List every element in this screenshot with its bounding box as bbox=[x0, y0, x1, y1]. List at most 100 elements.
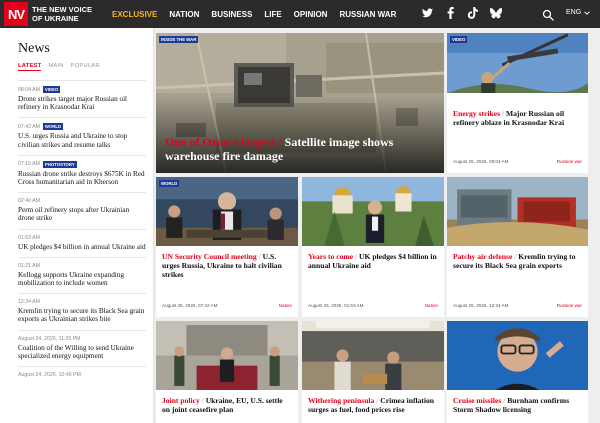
tiktok-icon[interactable] bbox=[467, 7, 479, 19]
news-headline[interactable]: Kellogg supports Ukraine expanding mobil… bbox=[18, 271, 146, 287]
article-headline[interactable]: Joint policy / Ukraine, EU, U.S. settle … bbox=[162, 396, 292, 414]
sidebar-news-meta: 12:34 AM bbox=[18, 299, 146, 305]
news-badge: Photostory bbox=[42, 160, 77, 168]
sidebar-news-meta: 08:04 AM Video bbox=[18, 86, 146, 93]
top-navigation: NV The New Voice of Ukraine Exclusive Na… bbox=[0, 0, 600, 28]
language-label: ENG bbox=[566, 9, 582, 16]
article-headline-kicker: Patchy air defense bbox=[453, 252, 513, 261]
hero-article[interactable]: Inside the war One of Ozon's largest / S… bbox=[156, 33, 444, 173]
sidebar-news-item[interactable]: 07:42 AM World U.S. urges Russia and Ukrai… bbox=[18, 117, 146, 154]
news-headline[interactable]: Kremlin trying to secure its Black Sea g… bbox=[18, 307, 146, 323]
nav-item-business[interactable]: Business bbox=[211, 10, 252, 19]
article-card[interactable]: Withering peninsula / Crimea inflation s… bbox=[302, 321, 444, 423]
news-headline[interactable]: Russian drone strike destroys $675K in R… bbox=[18, 170, 146, 186]
news-time: 07:42 AM bbox=[18, 123, 40, 130]
hero-headline-separator: / bbox=[275, 135, 285, 149]
article-date: August 25, 2026, 01:53 AM bbox=[308, 303, 364, 308]
article-card[interactable]: Video Energy strikes / Major Russian oil … bbox=[447, 33, 588, 173]
news-time: August 24, 2026, 11:29 PM bbox=[18, 335, 81, 342]
article-card[interactable]: World UN Security Council meeting / U.S. … bbox=[156, 177, 298, 317]
language-selector[interactable]: ENG bbox=[566, 9, 590, 16]
article-headline[interactable]: Cruise missiles / Burnham confirms Storm… bbox=[453, 396, 582, 414]
article-headline-kicker: Years to come bbox=[308, 252, 354, 261]
article-headline-kicker: Cruise missiles bbox=[453, 396, 502, 405]
article-card[interactable]: Patchy air defense / Kremlin trying to s… bbox=[447, 177, 588, 317]
article-date: August 25, 2026, 12:34 AM bbox=[453, 303, 509, 308]
nav-item-russian-war[interactable]: Russian war bbox=[339, 10, 396, 19]
sidebar-news-item[interactable]: 02:40 AM Perm oil refinery stops after Uk… bbox=[18, 192, 146, 228]
article-image bbox=[156, 321, 298, 390]
article-image bbox=[302, 321, 444, 390]
nav-item-exclusive[interactable]: Exclusive bbox=[112, 10, 157, 19]
article-card[interactable]: Cruise missiles / Burnham confirms Storm… bbox=[447, 321, 588, 423]
article-image bbox=[302, 177, 444, 246]
tab-latest[interactable]: Latest bbox=[18, 63, 42, 71]
article-headline-kicker: Withering peninsula bbox=[308, 396, 375, 405]
article-headline-kicker: Joint policy bbox=[162, 396, 200, 405]
article-headline[interactable]: Patchy air defense / Kremlin trying to s… bbox=[453, 252, 582, 270]
article-card[interactable]: Joint policy / Ukraine, EU, U.S. settle … bbox=[156, 321, 298, 423]
search-icon[interactable] bbox=[542, 8, 554, 21]
news-headline[interactable]: U.S. urges Russia and Ukraine to stop ci… bbox=[18, 132, 146, 148]
sidebar-news-meta: 01:53 AM bbox=[18, 235, 146, 241]
sidebar-news-list: 08:04 AM Video Drone strikes target major … bbox=[18, 80, 153, 386]
news-time: 02:40 AM bbox=[18, 198, 40, 205]
sidebar-news-meta: 07:42 AM World bbox=[18, 123, 146, 131]
sidebar-news-item[interactable]: 07:15 AM Photostory Russian drone strike d… bbox=[18, 154, 146, 192]
article-category[interactable]: Nation bbox=[279, 303, 292, 308]
hero-badge: Inside the war bbox=[159, 36, 199, 43]
hero-headline-kicker: One of Ozon's largest bbox=[165, 135, 276, 149]
article-category[interactable]: Nation bbox=[425, 303, 438, 308]
article-category[interactable]: Russian war bbox=[557, 303, 582, 308]
article-headline[interactable]: Years to come / UK pledges $4 billion in… bbox=[308, 252, 438, 270]
news-time: 01:21 AM bbox=[18, 262, 40, 269]
nav-item-opinion[interactable]: Opinion bbox=[294, 10, 328, 19]
article-category[interactable]: Russian war bbox=[557, 159, 582, 164]
article-date: August 25, 2026, 07:42 AM bbox=[162, 303, 218, 308]
hero-headline[interactable]: One of Ozon's largest / Satellite image … bbox=[165, 135, 415, 163]
sidebar-news-item[interactable]: August 24, 2026, 10:46 PM bbox=[18, 366, 146, 386]
news-time: August 24, 2026, 10:46 PM bbox=[18, 372, 81, 379]
news-time: 01:53 AM bbox=[18, 234, 40, 241]
sidebar-news-item[interactable]: 01:53 AM UK pledges $4 billion in annual … bbox=[18, 228, 146, 257]
facebook-icon[interactable] bbox=[444, 7, 456, 19]
article-badge: Video bbox=[450, 36, 468, 43]
sidebar-news-meta: 02:40 AM bbox=[18, 198, 146, 204]
brand-name[interactable]: The New Voice of Ukraine bbox=[32, 5, 94, 23]
article-image bbox=[447, 33, 588, 93]
news-headline[interactable]: Perm oil refinery stops after Ukrainian … bbox=[18, 206, 146, 222]
sidebar-news-item[interactable]: August 24, 2026, 11:29 PM Coalition of th… bbox=[18, 329, 146, 366]
article-headline[interactable]: Energy strikes / Major Russian oil refin… bbox=[453, 109, 582, 127]
sidebar-news-item[interactable]: 12:34 AM Kremlin trying to secure its Bla… bbox=[18, 293, 146, 329]
article-headline-kicker: Energy strikes bbox=[453, 109, 501, 118]
sidebar-news-meta: August 24, 2026, 11:29 PM bbox=[18, 336, 146, 342]
news-badge: Video bbox=[42, 86, 61, 93]
news-badge: World bbox=[42, 123, 64, 131]
nav-item-nation[interactable]: Nation bbox=[169, 10, 199, 19]
nav-item-life[interactable]: Life bbox=[264, 10, 281, 19]
sidebar-news-meta: August 24, 2026, 10:46 PM bbox=[18, 372, 146, 378]
sidebar-title: News bbox=[18, 41, 50, 56]
news-time: 12:34 AM bbox=[18, 299, 40, 306]
social-links bbox=[421, 7, 502, 21]
twitter-icon[interactable] bbox=[421, 7, 433, 19]
chevron-down-icon bbox=[584, 10, 590, 15]
tab-main[interactable]: Main bbox=[48, 63, 63, 71]
bluesky-icon[interactable] bbox=[490, 7, 502, 19]
tab-popular[interactable]: Popular bbox=[71, 63, 100, 71]
article-headline[interactable]: UN Security Council meeting / U.S. urges… bbox=[162, 252, 292, 279]
news-headline[interactable]: Drone strikes target major Russian oil r… bbox=[18, 95, 146, 111]
article-card[interactable]: Years to come / UK pledges $4 billion in… bbox=[302, 177, 444, 317]
article-headline[interactable]: Withering peninsula / Crimea inflation s… bbox=[308, 396, 438, 414]
sidebar-news-meta: 07:15 AM Photostory bbox=[18, 160, 146, 168]
main-menu: Exclusive Nation Business Life Opinion R… bbox=[112, 0, 396, 28]
sidebar-news-item[interactable]: 08:04 AM Video Drone strikes target major … bbox=[18, 80, 146, 117]
news-headline[interactable]: UK pledges $4 billion in annual Ukraine … bbox=[18, 243, 146, 251]
news-headline[interactable]: Coalition of the Willing to send Ukraine… bbox=[18, 344, 146, 360]
sidebar-news-item[interactable]: 01:21 AM Kellogg supports Ukraine expandi… bbox=[18, 256, 146, 293]
news-sidebar: News Latest Main Popular 08:04 AM Video Dr… bbox=[0, 28, 154, 423]
news-time: 07:15 AM bbox=[18, 161, 40, 168]
article-image bbox=[447, 177, 588, 246]
nv-logo[interactable]: NV bbox=[4, 2, 28, 26]
article-date: August 25, 2026, 08:04 AM bbox=[453, 159, 509, 164]
